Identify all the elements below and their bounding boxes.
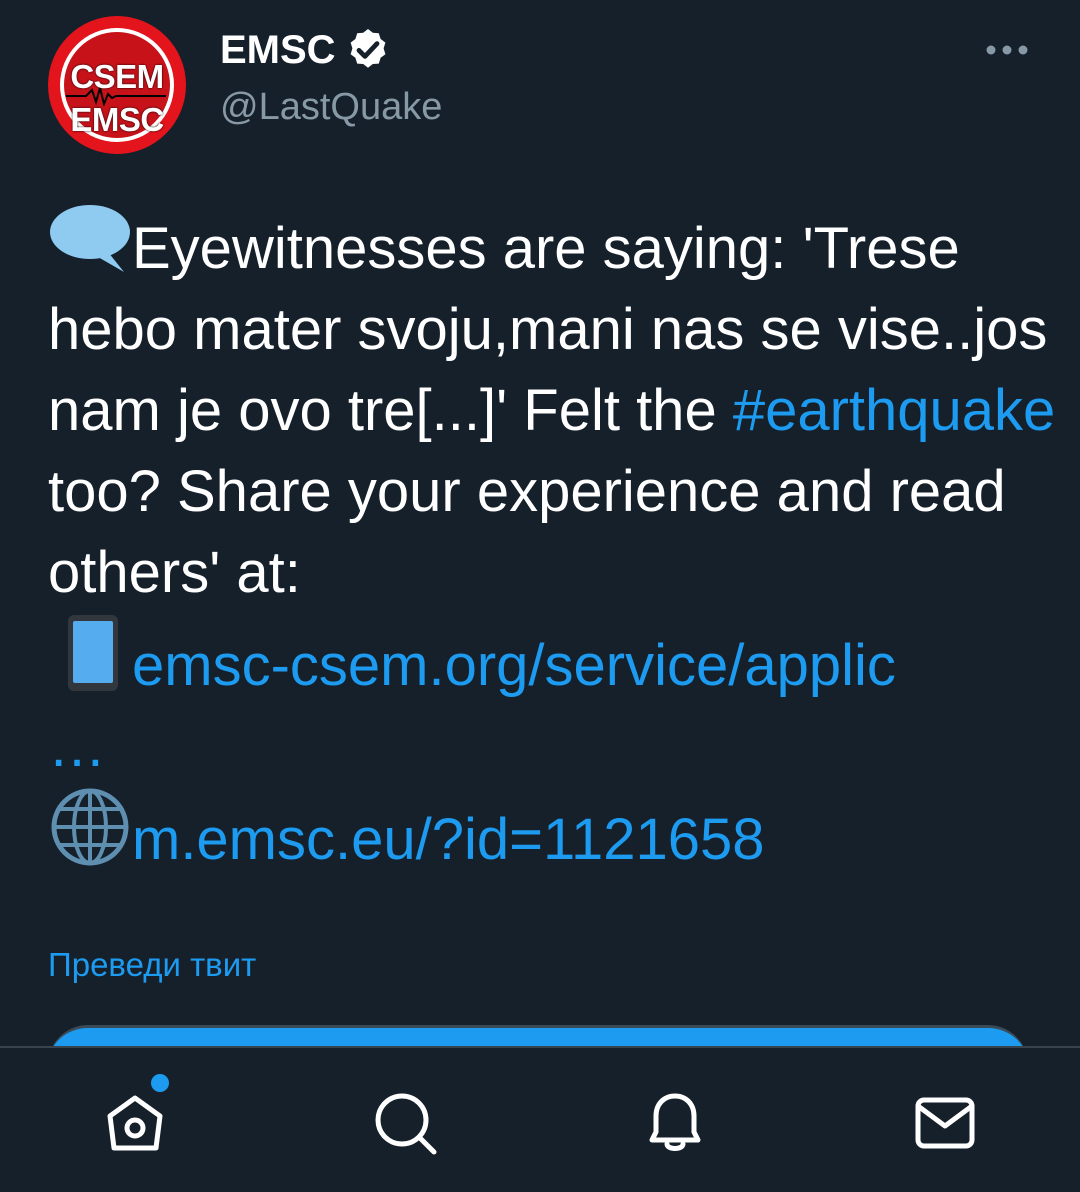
more-options-icon[interactable] <box>984 38 1030 62</box>
search-icon[interactable] <box>370 1088 440 1158</box>
author-display-name[interactable]: EMSC <box>220 28 336 73</box>
bell-icon[interactable] <box>640 1088 710 1158</box>
home-icon[interactable] <box>100 1088 170 1158</box>
emsc-app-link[interactable]: emsc-csem.org/service/applic <box>132 633 896 698</box>
mobile-phone-icon <box>68 615 118 691</box>
author-handle[interactable]: @LastQuake <box>220 86 442 129</box>
author-name-row: EMSC <box>220 26 392 74</box>
author-avatar[interactable]: CSEM EMSC <box>48 16 186 154</box>
hashtag-link[interactable]: #earthquake <box>733 378 1055 443</box>
avatar-text-top: CSEM <box>70 58 164 95</box>
globe-icon <box>51 788 129 866</box>
translate-tweet-button[interactable]: Преведи твит <box>48 946 256 984</box>
mail-icon[interactable] <box>910 1088 980 1158</box>
emsc-event-link[interactable]: m.emsc.eu/?id=1121658 <box>132 807 765 872</box>
tweet-text: Eyewitnesses are saying: 'Trese hebo mat… <box>48 200 1058 880</box>
bottom-navigation <box>0 1046 1080 1192</box>
card-preview-edge[interactable] <box>48 1025 1028 1046</box>
verified-badge-icon <box>350 29 385 68</box>
home-notification-dot <box>151 1074 169 1092</box>
tweet-text-part-3: too? Share your experience and read othe… <box>48 459 1006 605</box>
link-ellipsis: … <box>48 714 106 779</box>
tweet: CSEM EMSC EMSC @LastQuake Eyewitnesses a… <box>0 0 1080 1046</box>
tweet-line-1: Eyewitnesses are saying: <box>132 216 787 281</box>
avatar-text-bottom: EMSC <box>70 101 164 138</box>
speech-balloon-icon <box>50 205 130 272</box>
